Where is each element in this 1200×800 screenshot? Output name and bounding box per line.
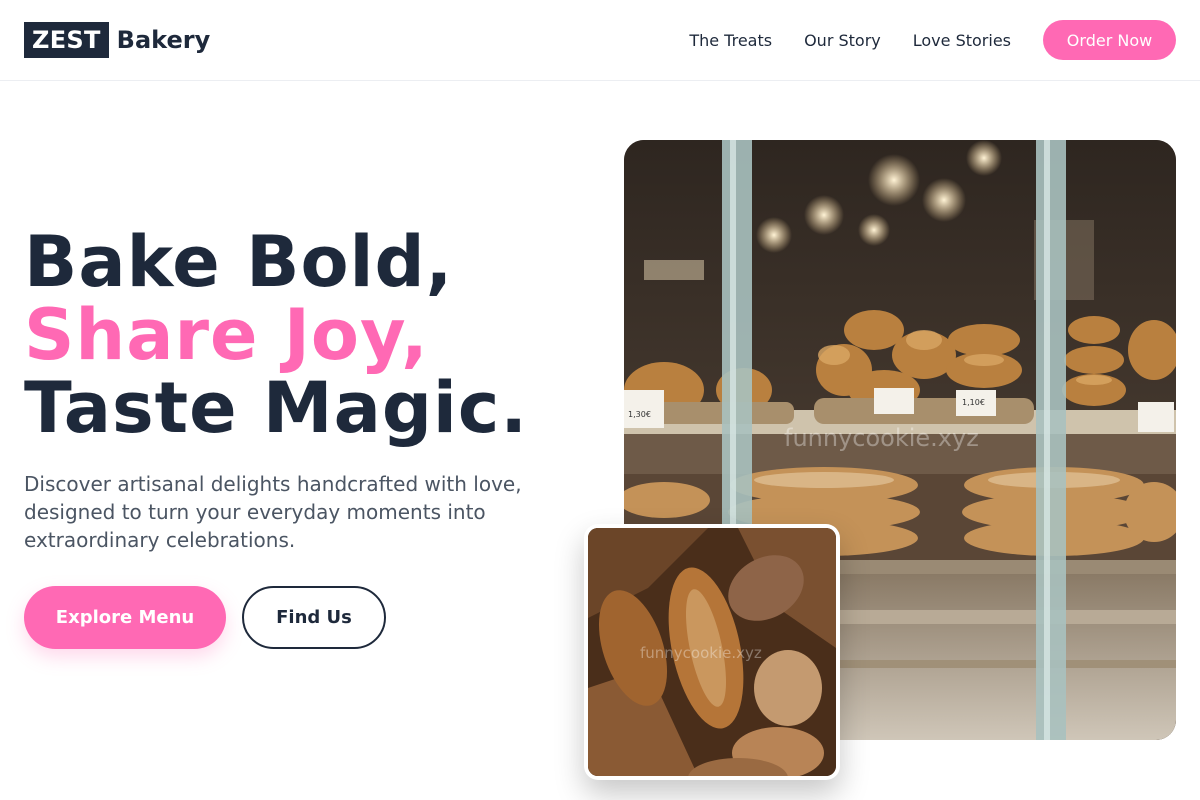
logo[interactable]: ZEST Bakery [24, 22, 210, 58]
find-us-button[interactable]: Find Us [242, 586, 386, 649]
price-tag-2: 1,10€ [962, 398, 985, 407]
headline-line-3: Taste Magic. [24, 367, 529, 449]
headline-line-2: Share Joy, [24, 294, 429, 376]
nav-link-the-treats[interactable]: The Treats [689, 31, 772, 50]
bread-bag-image-frame: funnycookie.xyz [584, 524, 840, 780]
bread-bag-image: funnycookie.xyz [588, 528, 836, 776]
secondary-image-watermark: funnycookie.xyz [640, 644, 762, 662]
logo-mark: ZEST [24, 22, 109, 58]
order-now-button[interactable]: Order Now [1043, 20, 1176, 60]
price-tag-1: 1,30€ [628, 410, 651, 419]
nav-link-love-stories[interactable]: Love Stories [913, 31, 1011, 50]
hero-description: Discover artisanal delights handcrafted … [24, 472, 522, 552]
site-header: ZEST Bakery The Treats Our Story Love St… [0, 0, 1200, 81]
main-image-watermark: funnycookie.xyz [784, 424, 979, 452]
logo-wordmark: Bakery [116, 26, 211, 54]
hero-headline: Bake Bold, Share Joy, Taste Magic. [24, 226, 528, 445]
headline-line-1: Bake Bold, [24, 221, 454, 303]
explore-menu-button[interactable]: Explore Menu [24, 586, 226, 649]
nav-link-our-story[interactable]: Our Story [804, 31, 881, 50]
main-nav: The Treats Our Story Love Stories Order … [689, 20, 1176, 60]
